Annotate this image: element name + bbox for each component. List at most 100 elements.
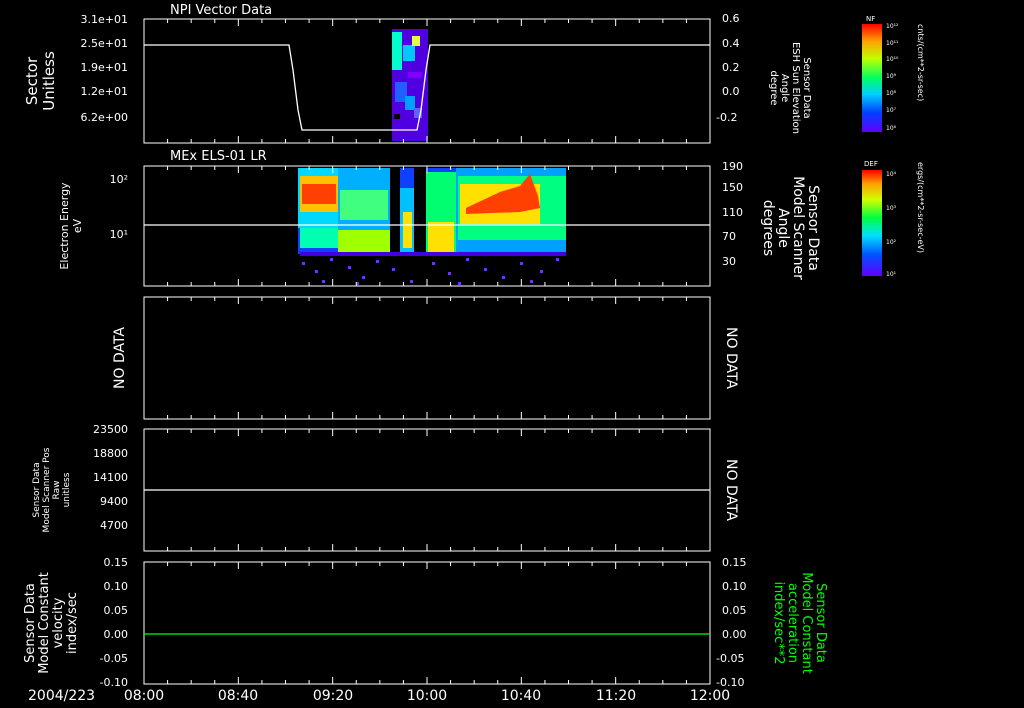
svg-text:10⁶: 10⁶ — [886, 125, 897, 132]
svg-text:Sensor Data: Sensor Data — [32, 462, 42, 517]
svg-text:10⁹: 10⁹ — [886, 73, 897, 80]
svg-text:-0.05: -0.05 — [716, 652, 744, 665]
left-ticks: 10² 10¹ — [110, 173, 128, 241]
svg-text:Raw: Raw — [52, 481, 62, 500]
svg-text:18800: 18800 — [93, 447, 128, 460]
svg-text:Sector: Sector — [23, 56, 41, 105]
left-axis-label: Electron Energy eV — [58, 182, 84, 270]
svg-text:0.15: 0.15 — [104, 556, 129, 569]
left-ticks: 3.1e+01 2.5e+01 1.9e+01 1.2e+01 6.2e+00 — [81, 13, 128, 124]
panel-els-spectrogram: MEx ELS-01 LR 10² 10¹ 190 150 110 70 30 … — [58, 149, 925, 287]
plot-frame — [143, 296, 711, 420]
svg-text:Sensor Data: Sensor Data — [805, 185, 821, 271]
svg-text:0.00: 0.00 — [722, 628, 747, 641]
svg-text:10⁴: 10⁴ — [886, 171, 897, 178]
svg-text:Sensor Data: Sensor Data — [801, 57, 812, 118]
panel-constant: 0.15 0.10 0.05 0.00 -0.05 -0.10 0.15 0.1… — [23, 556, 828, 689]
svg-text:Model Scanner Pos: Model Scanner Pos — [42, 447, 52, 532]
npi-spectrogram — [392, 29, 428, 141]
time-tick-label: 10:40 — [501, 688, 541, 704]
svg-text:Model Scanner: Model Scanner — [790, 176, 806, 280]
svg-text:4700: 4700 — [100, 519, 128, 532]
time-tick-label: 10:00 — [407, 688, 447, 704]
svg-text:Sensor Data: Sensor Data — [813, 583, 828, 663]
left-axis-label: Sector Unitless — [23, 51, 58, 111]
svg-text:30: 30 — [722, 255, 736, 268]
time-tick-label: 11:20 — [596, 688, 636, 704]
svg-text:velocity: velocity — [51, 597, 66, 648]
colorbar-def: DEF 10⁴ 10³ 10² 10¹ ergs/(cm**2-sr-sec-e… — [862, 160, 925, 278]
svg-text:0.10: 0.10 — [104, 580, 129, 593]
svg-text:degrees: degrees — [760, 200, 776, 256]
svg-text:0.15: 0.15 — [722, 556, 747, 569]
svg-text:10²: 10² — [886, 239, 897, 246]
svg-text:1.9e+01: 1.9e+01 — [81, 61, 128, 74]
svg-text:degree: degree — [768, 70, 779, 105]
left-axis-label: Sensor Data Model Constant velocity inde… — [23, 572, 80, 674]
svg-text:Electron Energy: Electron Energy — [58, 182, 71, 270]
left-no-data-label: NO DATA — [112, 327, 128, 389]
svg-text:10¹: 10¹ — [110, 228, 128, 241]
time-tick-label: 08:00 — [124, 688, 164, 704]
svg-text:0.10: 0.10 — [722, 580, 747, 593]
svg-text:0.6: 0.6 — [722, 12, 740, 25]
svg-text:eV: eV — [71, 218, 84, 233]
svg-text:10¹¹: 10¹¹ — [886, 40, 899, 47]
svg-text:unitless: unitless — [62, 472, 72, 507]
svg-text:Sensor Data: Sensor Data — [23, 583, 38, 663]
svg-text:10¹⁰: 10¹⁰ — [886, 56, 899, 63]
svg-text:ergs/(cm**2-sr-sec-eV): ergs/(cm**2-sr-sec-eV) — [916, 162, 925, 253]
svg-text:0.0: 0.0 — [722, 85, 740, 98]
time-tick-label: 12:00 — [690, 688, 730, 704]
left-ticks: 23500 18800 14100 9400 4700 — [93, 423, 128, 532]
svg-text:10²: 10² — [110, 173, 128, 186]
right-no-data-label: NO DATA — [723, 327, 739, 389]
svg-text:0.4: 0.4 — [722, 37, 740, 50]
svg-text:Unitless: Unitless — [40, 51, 58, 111]
svg-text:190: 190 — [722, 160, 743, 173]
svg-text:23500: 23500 — [93, 423, 128, 436]
right-axis-label: Sensor Data ESH Sun Elevation Angle degr… — [768, 42, 812, 134]
svg-text:-0.2: -0.2 — [716, 111, 737, 124]
svg-text:0.05: 0.05 — [722, 604, 747, 617]
svg-text:0.2: 0.2 — [722, 61, 740, 74]
svg-text:0.05: 0.05 — [104, 604, 129, 617]
svg-text:10³: 10³ — [886, 205, 897, 212]
svg-text:index/sec: index/sec — [65, 592, 80, 654]
date-label: 2004/223 — [28, 688, 95, 704]
svg-text:10¹²: 10¹² — [886, 23, 899, 30]
svg-text:Angle: Angle — [775, 208, 791, 248]
panel-scanner-pos: 23500 18800 14100 9400 4700 Sensor Data … — [32, 423, 739, 552]
svg-text:10⁸: 10⁸ — [886, 90, 897, 97]
chart-stage: NPI Vector Data 3.1e+01 2.5e+01 1.9e+01 … — [23, 3, 925, 704]
svg-text:-0.05: -0.05 — [100, 652, 128, 665]
svg-text:150: 150 — [722, 181, 743, 194]
svg-text:10⁷: 10⁷ — [886, 107, 897, 114]
svg-text:Model Constant: Model Constant — [799, 572, 814, 674]
svg-text:acceleration: acceleration — [785, 583, 800, 663]
svg-text:1.2e+01: 1.2e+01 — [81, 85, 128, 98]
panel-title: NPI Vector Data — [170, 3, 272, 18]
panel-no-data: NO DATA NO DATA — [112, 296, 739, 420]
svg-text:ESH Sun Elevation: ESH Sun Elevation — [790, 42, 801, 134]
time-axis: 2004/223 08:00 08:40 09:20 10:00 10:40 1… — [28, 688, 730, 704]
svg-text:cnts/(cm**2-sr-sec): cnts/(cm**2-sr-sec) — [916, 24, 925, 101]
svg-text:DEF: DEF — [864, 160, 878, 168]
svg-text:NF: NF — [866, 15, 875, 23]
right-ticks: 190 150 110 70 30 — [722, 160, 743, 268]
right-ticks: 0.6 0.4 0.2 0.0 -0.2 — [716, 12, 740, 124]
right-axis-label: Sensor Data Model Constant acceleration … — [771, 572, 828, 674]
left-axis-label: Sensor Data Model Scanner Pos Raw unitle… — [32, 447, 72, 532]
time-tick-label: 09:20 — [313, 688, 353, 704]
els-spectrogram — [298, 168, 566, 285]
right-axis-label: Sensor Data Model Scanner Angle degrees — [760, 176, 821, 280]
time-tick-label: 08:40 — [218, 688, 258, 704]
svg-text:6.2e+00: 6.2e+00 — [81, 111, 128, 124]
svg-text:70: 70 — [722, 230, 736, 243]
svg-text:Angle: Angle — [779, 74, 790, 102]
svg-text:0.00: 0.00 — [104, 628, 129, 641]
svg-text:110: 110 — [722, 206, 743, 219]
svg-text:3.1e+01: 3.1e+01 — [81, 13, 128, 26]
svg-text:9400: 9400 — [100, 495, 128, 508]
panel-title: MEx ELS-01 LR — [170, 149, 267, 164]
